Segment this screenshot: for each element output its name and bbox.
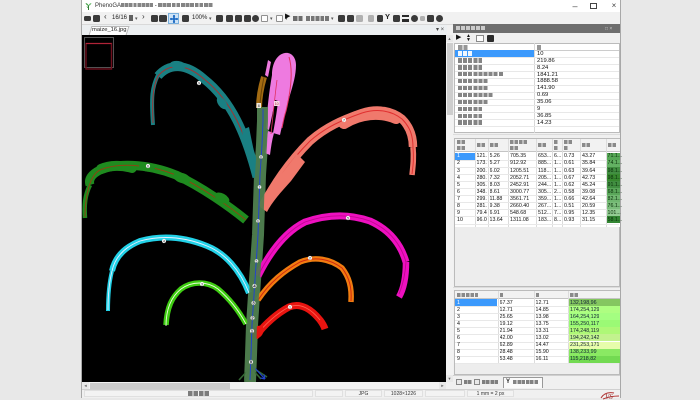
svg-text:4: 4 xyxy=(163,239,165,243)
svg-text:5: 5 xyxy=(347,216,349,220)
svg-text:5: 5 xyxy=(256,259,258,263)
svg-text:10: 10 xyxy=(275,102,279,106)
svg-text:8: 8 xyxy=(260,155,262,159)
svg-text:6: 6 xyxy=(257,219,259,223)
svg-text:1: 1 xyxy=(289,305,291,309)
svg-text:2: 2 xyxy=(309,256,311,260)
svg-text:3: 3 xyxy=(201,282,203,286)
svg-text:6: 6 xyxy=(147,164,149,168)
svg-text:7: 7 xyxy=(343,118,345,122)
svg-text:9: 9 xyxy=(198,81,200,85)
svg-text:8: 8 xyxy=(258,104,260,108)
svg-text:VS: VS xyxy=(605,393,613,400)
svg-text:7: 7 xyxy=(259,185,261,189)
